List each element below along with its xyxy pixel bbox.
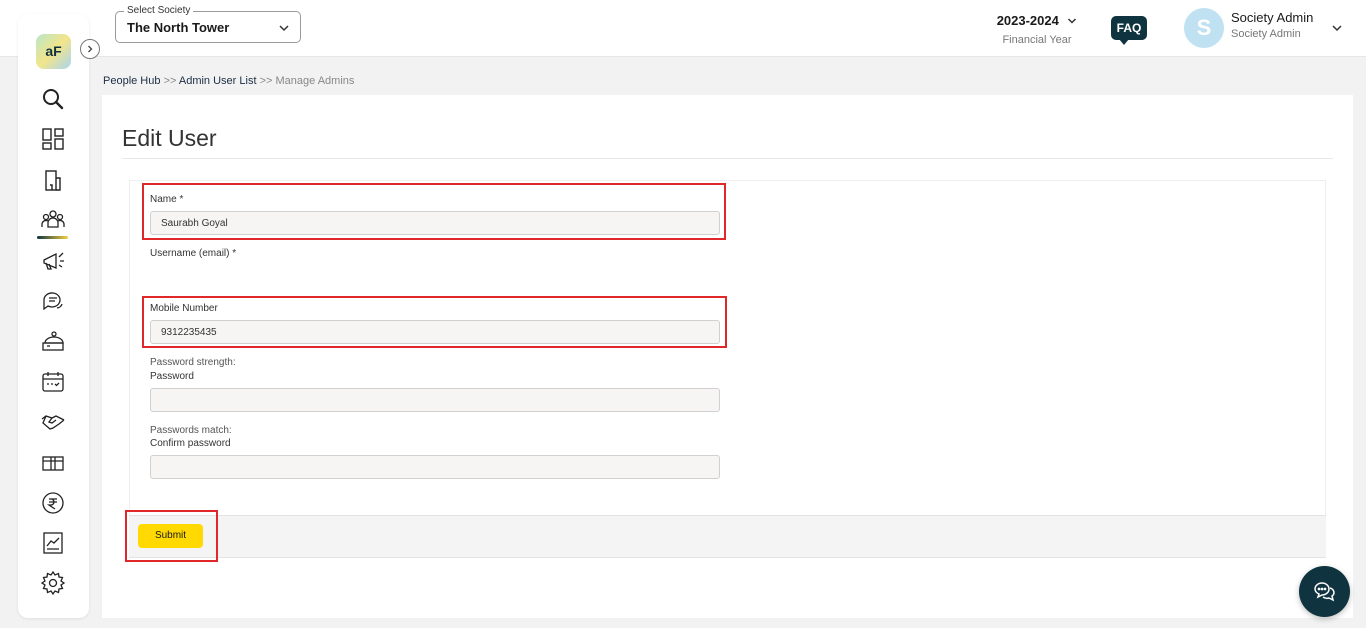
breadcrumb-admin-user-list[interactable]: Admin User List [179,75,257,87]
username-label: Username (email) * [150,248,237,259]
confirm-password-field[interactable] [150,455,720,479]
mobile-field[interactable] [150,320,720,344]
password-label: Password [150,371,194,382]
breadcrumb-manage-admins: Manage Admins [275,75,355,87]
name-field[interactable] [150,211,720,235]
financial-year-label: Financial Year [1002,34,1072,46]
chat-bubble-icon [1314,582,1335,602]
people-hub-icon[interactable] [40,207,66,233]
edit-user-form [129,180,1326,557]
page-title: Edit User [122,125,217,151]
breadcrumb-people-hub[interactable]: People Hub [103,75,161,87]
report-icon[interactable] [40,530,66,556]
form-footer [129,515,1326,558]
passwords-match-text: Passwords match: [150,425,232,436]
top-header: Select Society The North Tower 2023-2024… [0,0,1366,57]
chevron-down-icon [279,25,289,32]
settings-icon[interactable] [40,570,66,596]
financial-year-selector[interactable]: 2023-2024 Financial Year [992,12,1082,46]
app-logo[interactable]: aF [36,34,71,69]
title-divider [122,158,1333,159]
search-icon[interactable] [40,86,66,112]
user-name: Society Admin [1231,10,1314,25]
name-label: Name * [150,194,184,205]
confirm-password-label: Confirm password [150,438,231,449]
faq-button[interactable]: FAQ [1111,16,1147,45]
handshake-icon[interactable] [40,409,66,435]
support-chat-button[interactable] [1299,566,1350,617]
breadcrumb-separator: >> [163,75,177,87]
dashboard-icon[interactable] [40,126,66,152]
submit-button[interactable]: Submit [138,524,203,548]
society-select-legend: Select Society [124,5,194,17]
password-strength-text: Password strength: [150,357,236,368]
service-icon[interactable] [40,329,66,355]
password-field[interactable] [150,388,720,412]
avatar[interactable]: S [1184,8,1224,48]
building-icon[interactable] [40,167,66,193]
user-menu-chevron-icon[interactable] [1331,22,1343,34]
chevron-right-icon [88,45,93,53]
society-select[interactable]: Select Society The North Tower [115,5,301,43]
society-select-value: The North Tower [127,20,230,35]
chat-icon[interactable] [40,288,66,314]
sidebar-collapse-button[interactable] [80,39,100,59]
financial-year-value: 2023-2024 [996,13,1059,28]
chevron-down-icon [1068,18,1077,24]
active-nav-indicator [37,236,68,239]
sidebar: aF [18,14,89,618]
user-role: Society Admin [1231,28,1301,40]
calendar-icon[interactable] [40,369,66,395]
mobile-label: Mobile Number [150,303,218,314]
breadcrumb: People Hub >> Admin User List >> Manage … [103,75,354,87]
logo-text: aF [45,43,62,59]
main-content: Edit User Name * Username (email) * Mobi… [102,95,1353,618]
rupee-icon[interactable] [40,490,66,516]
parcel-icon[interactable] [40,450,66,476]
breadcrumb-separator: >> [259,75,273,87]
announcement-icon[interactable] [40,248,66,274]
